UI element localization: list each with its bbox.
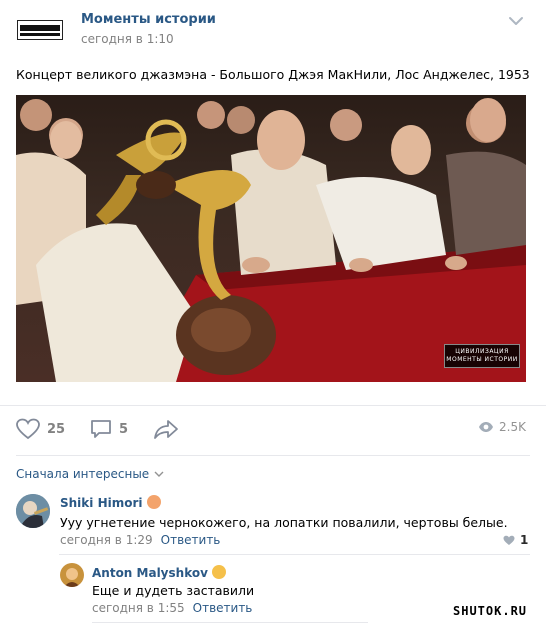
comment-button[interactable]: 5 — [90, 418, 128, 440]
group-name-link[interactable]: Моменты истории — [81, 12, 216, 27]
views-counter: 2.5K — [478, 420, 526, 434]
comments-sort-dropdown[interactable]: Сначала интересные — [16, 455, 530, 481]
reply-button[interactable]: Ответить — [193, 601, 253, 615]
comments-sort-label: Сначала интересные — [16, 467, 150, 481]
eye-icon — [479, 422, 494, 432]
photo-watermark: ЦИВИЛИЗАЦИЯ МОМЕНТЫ ИСТОРИИ — [444, 344, 520, 368]
heart-icon — [503, 535, 515, 545]
comment-like-count: 1 — [520, 533, 529, 547]
comment-text: Ууу угнетение чернокожего, на лопатки по… — [60, 515, 508, 530]
chevron-down-icon[interactable] — [508, 16, 524, 26]
photo-illustration — [16, 98, 526, 382]
avatar-illustration — [60, 563, 84, 587]
comment-text: Еще и дудеть заставили — [92, 583, 255, 598]
comment-author-link[interactable]: Anton Malyshkov — [92, 565, 226, 580]
comment-count: 5 — [119, 421, 129, 437]
chevron-down-icon — [154, 471, 164, 477]
avatar[interactable] — [60, 563, 84, 587]
group-logo-mark-bottom — [20, 32, 60, 36]
comment-meta: сегодня в 1:29 Ответить — [60, 533, 220, 547]
like-button[interactable]: 25 — [16, 418, 65, 440]
reply-button[interactable]: Ответить — [161, 533, 221, 547]
views-count: 2.5K — [499, 420, 526, 434]
comment-meta: сегодня в 1:55 Ответить — [92, 601, 252, 615]
comment-author-link[interactable]: Shiki Himori — [60, 495, 161, 510]
avatar[interactable] — [16, 494, 50, 528]
post-header: Моменты истории сегодня в 1:10 — [0, 0, 546, 60]
photo-watermark-line2: МОМЕНТЫ ИСТОРИИ — [446, 356, 518, 363]
comment-author-name: Shiki Himori — [60, 496, 143, 510]
comment-icon — [91, 420, 111, 438]
comment-like-button[interactable]: 1 — [503, 533, 528, 547]
group-logo-mark-top — [20, 24, 60, 31]
share-icon — [154, 420, 178, 439]
post-timestamp[interactable]: сегодня в 1:10 — [81, 32, 174, 46]
avatar-illustration — [16, 494, 50, 528]
site-watermark: SHUTOK.RU — [453, 604, 528, 618]
comment-timestamp[interactable]: сегодня в 1:55 — [92, 601, 185, 615]
post-text: Концерт великого джазмэна - Большого Джэ… — [16, 67, 530, 82]
share-button[interactable] — [153, 418, 179, 440]
comment-author-name: Anton Malyshkov — [92, 566, 208, 580]
comment-divider — [59, 554, 530, 555]
group-avatar[interactable] — [17, 20, 63, 40]
post-actions-bar: 25 5 2.5K — [0, 405, 546, 450]
comment-timestamp[interactable]: сегодня в 1:29 — [60, 533, 153, 547]
photo-watermark-line1: ЦИВИЛИЗАЦИЯ — [455, 348, 509, 355]
post-photo[interactable]: ЦИВИЛИЗАЦИЯ МОМЕНТЫ ИСТОРИИ — [16, 95, 526, 382]
emoji-icon — [211, 565, 226, 579]
like-count: 25 — [47, 421, 66, 437]
emoji-icon — [146, 495, 161, 509]
comment-divider — [92, 622, 368, 623]
heart-icon — [16, 418, 40, 440]
